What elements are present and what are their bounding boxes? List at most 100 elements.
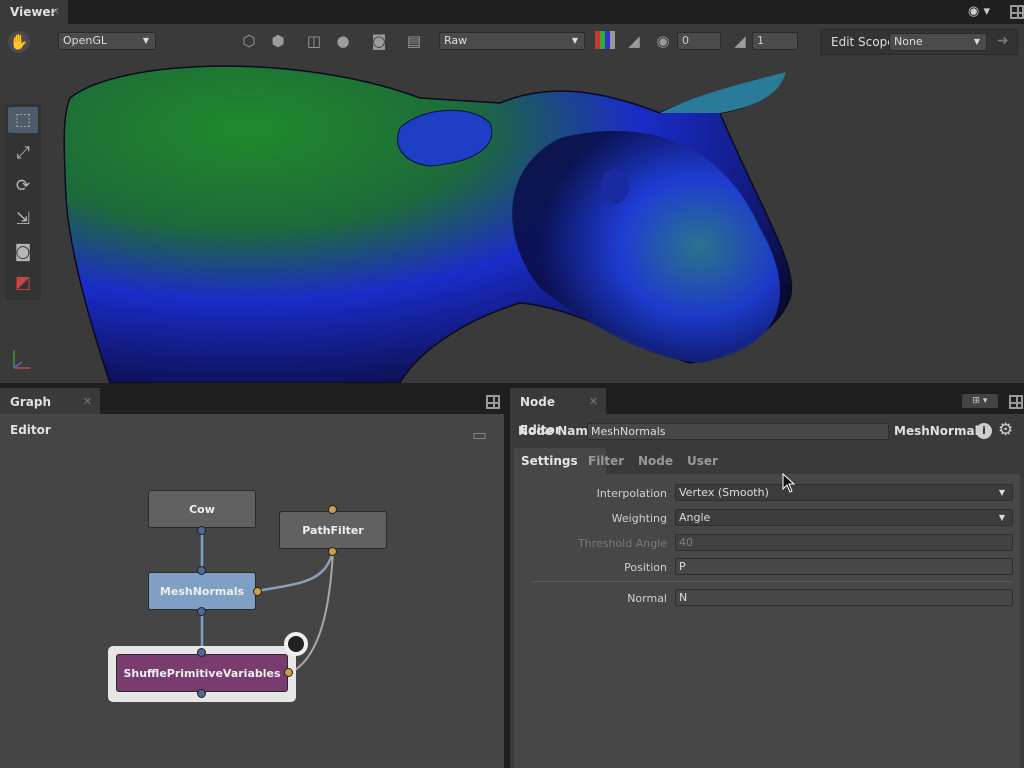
node-shuffle-primitive-variables[interactable]: ShufflePrimitiveVariables <box>116 654 288 692</box>
exposure-field[interactable]: 0 <box>677 32 721 50</box>
viewer-tab-label: Viewer <box>10 5 57 19</box>
translate-icon: ⤢ <box>16 143 30 163</box>
focus-node-icon[interactable] <box>284 632 308 656</box>
crop-window-icon: ◩ <box>14 273 32 293</box>
viewport[interactable] <box>0 58 1024 383</box>
node-name-field[interactable]: MeshNormals <box>587 423 889 440</box>
weighting-dropdown[interactable]: Angle ▼ <box>675 509 1013 526</box>
chevron-down-icon: ▼ <box>973 37 980 46</box>
renderer-dropdown[interactable]: OpenGL ▼ <box>58 32 156 50</box>
mesh-normals-out-plug[interactable] <box>197 607 206 616</box>
position-field[interactable]: P <box>675 558 1013 575</box>
edit-scope-label: Edit Scope <box>831 35 895 49</box>
info-icon[interactable]: i <box>976 423 992 439</box>
path-filter-in-plug[interactable] <box>328 505 337 514</box>
clipping-icon[interactable]: ◢ <box>624 31 644 51</box>
scale-tool[interactable]: ⇲ <box>8 206 38 232</box>
threshold-angle-label: Threshold Angle <box>577 537 667 550</box>
wireframe-cube-icon[interactable]: ◫ <box>304 31 324 51</box>
camera-icon: ◙ <box>14 242 32 262</box>
normal-label: Normal <box>627 592 667 605</box>
tab-settings[interactable]: Settings <box>521 454 578 468</box>
weighting-label: Weighting <box>611 512 667 525</box>
camera-icon[interactable]: ◙ <box>369 31 389 51</box>
position-value: P <box>679 560 686 573</box>
viewer-tabbar: Viewer ✕ ◉ ▾ <box>0 0 1024 24</box>
display-transform-dropdown[interactable]: Raw ▼ <box>439 32 585 50</box>
shuffle-in-plug[interactable] <box>197 648 206 657</box>
rotate-tool[interactable]: ⟳ <box>8 173 38 199</box>
gamma-icon[interactable]: ◢ <box>730 31 750 51</box>
pan-hand-icon[interactable]: ✋ <box>8 31 30 53</box>
viewer-tools: ⬚ ⤢ ⟳ ⇲ ◙ ◩ <box>5 104 41 300</box>
close-icon[interactable]: ✕ <box>589 388 598 416</box>
chevron-down-icon: ▼ <box>142 36 149 45</box>
chevron-down-icon: ▼ <box>998 488 1005 497</box>
edit-scope-value: None <box>894 35 923 48</box>
display-transform-value: Raw <box>444 34 468 47</box>
arrow-right-icon[interactable]: ➜ <box>997 33 1009 49</box>
interpolation-label: Interpolation <box>596 487 667 500</box>
mesh-normals-in-plug[interactable] <box>197 566 206 575</box>
exposure-icon[interactable]: ◉ <box>653 31 673 51</box>
node-label: Cow <box>189 502 215 516</box>
path-filter-out-plug[interactable] <box>328 547 337 556</box>
exposure-value: 0 <box>682 34 689 47</box>
mesh-normals-filter-plug[interactable] <box>253 587 262 596</box>
chevron-down-icon: ▼ <box>998 513 1005 522</box>
edit-scope-dropdown[interactable]: None ▼ <box>889 33 987 51</box>
node-label: PathFilter <box>302 523 364 537</box>
layout-icon[interactable] <box>1010 5 1024 19</box>
normal-field[interactable]: N <box>675 589 1013 606</box>
node-editor-panel: Node Editor ✕ ⊞ ▾ Node Name MeshNormals … <box>510 388 1024 768</box>
threshold-angle-value: 40 <box>679 536 693 549</box>
camera-tool[interactable]: ◙ <box>8 239 38 265</box>
gamma-value: 1 <box>757 34 764 47</box>
shuffle-filter-plug[interactable] <box>284 668 293 677</box>
viewer-panel: Viewer ✕ ◉ ▾ ✋ OpenGL ▼ ⬡ ⬢ ◫ ● ◙ ▤ Raw … <box>0 0 1024 383</box>
gear-icon[interactable]: ⚙ <box>998 420 1013 440</box>
axis-gizmo-icon <box>13 350 30 369</box>
shading-mode-icon[interactable]: ⬢ <box>268 31 288 51</box>
channels-icon[interactable] <box>595 31 615 49</box>
bounding-box-icon[interactable]: ⬡ <box>239 31 259 51</box>
select-cube-icon: ⬚ <box>14 110 32 130</box>
tab-filter[interactable]: Filter <box>588 454 624 468</box>
sphere-icon[interactable]: ● <box>333 31 353 51</box>
cow-mesh <box>63 65 793 383</box>
crop-tool[interactable]: ◩ <box>8 270 38 296</box>
node-name-label: Node Name <box>518 424 596 438</box>
node-cow[interactable]: Cow <box>148 490 256 528</box>
node-editor-tabbar: Node Editor ✕ ⊞ ▾ <box>510 388 1024 437</box>
rotate-icon: ⟳ <box>15 176 31 196</box>
node-mesh-normals[interactable]: MeshNormals <box>148 572 256 610</box>
target-icon[interactable]: ◉ ▾ <box>968 4 990 19</box>
cow-out-plug[interactable] <box>197 526 206 535</box>
node-type-label: MeshNormals <box>894 424 986 438</box>
tab-user[interactable]: User <box>687 454 718 468</box>
tab-node-editor[interactable]: Node Editor ✕ <box>510 388 606 437</box>
position-label: Position <box>624 561 667 574</box>
threshold-angle-field[interactable]: 40 <box>675 534 1013 551</box>
select-tool[interactable]: ⬚ <box>8 107 38 133</box>
layout-icon[interactable] <box>1009 395 1023 409</box>
gamma-field[interactable]: 1 <box>752 32 798 50</box>
tab-node[interactable]: Node <box>638 454 673 468</box>
grid-icon[interactable]: ▤ <box>404 31 424 51</box>
follow-focus-dropdown[interactable]: ⊞ ▾ <box>962 394 998 408</box>
scale-icon: ⇲ <box>15 209 31 229</box>
interpolation-dropdown[interactable]: Vertex (Smooth) ▼ <box>675 484 1013 501</box>
normal-value: N <box>679 591 688 604</box>
node-name-value: MeshNormals <box>591 425 666 438</box>
close-icon[interactable]: ✕ <box>51 0 60 24</box>
divider <box>532 581 1013 582</box>
interpolation-value: Vertex (Smooth) <box>679 486 769 499</box>
node-label: ShufflePrimitiveVariables <box>123 666 281 680</box>
node-path-filter[interactable]: PathFilter <box>279 511 387 549</box>
graph-editor-panel: Graph Editor ✕ ▭ Cow PathFilter MeshNorm… <box>0 388 504 768</box>
shuffle-out-plug[interactable] <box>197 689 206 698</box>
renderer-value: OpenGL <box>63 34 108 47</box>
tab-viewer[interactable]: Viewer ✕ <box>0 0 68 24</box>
translate-tool[interactable]: ⤢ <box>8 140 38 166</box>
weighting-value: Angle <box>679 511 711 524</box>
